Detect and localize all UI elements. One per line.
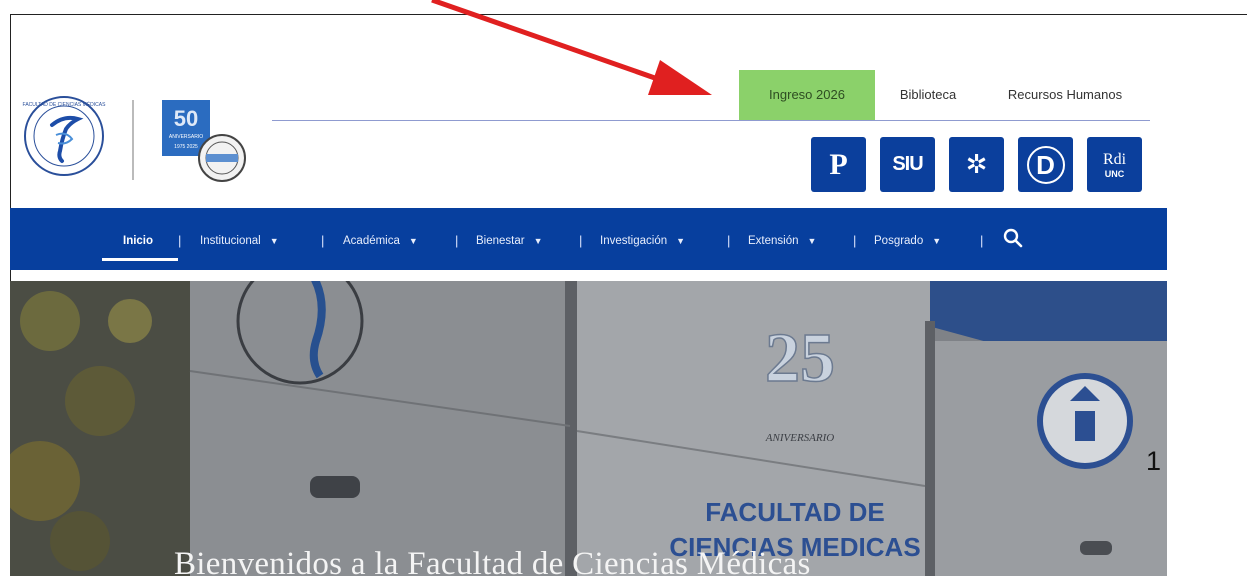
svg-text:FACULTAD DE: FACULTAD DE xyxy=(705,497,885,527)
nav-extension[interactable]: Extensión ▼ xyxy=(748,235,816,247)
nav-institucional[interactable]: Institucional ▼ xyxy=(200,235,279,247)
nav-bienestar[interactable]: Bienestar ▼ xyxy=(476,235,543,247)
svg-text:25: 25 xyxy=(765,320,835,397)
caret-down-icon: ▼ xyxy=(533,236,543,246)
nav-academica[interactable]: Académica ▼ xyxy=(343,235,418,247)
campus-virtual-icon[interactable]: P xyxy=(811,137,866,192)
nav-separator: | xyxy=(980,233,984,248)
nav-separator: | xyxy=(455,233,459,248)
nav-separator: | xyxy=(727,233,731,248)
nav-investigacion[interactable]: Investigación ▼ xyxy=(600,235,685,247)
fifty-years-logo[interactable]: 50 ANIVERSARIO 1975 2025 xyxy=(160,98,250,184)
nav-separator: | xyxy=(579,233,583,248)
caret-down-icon: ▼ xyxy=(408,236,418,246)
svg-text:50: 50 xyxy=(174,106,198,131)
caret-down-icon: ▼ xyxy=(807,236,817,246)
nav-separator: | xyxy=(178,233,182,248)
nav-posgrado[interactable]: Posgrado ▼ xyxy=(874,235,941,247)
hero-photo: 25 ANIVERSARIO FACULTAD DE CIENCIAS MEDI… xyxy=(10,281,1167,576)
biblioteca-link[interactable]: Biblioteca xyxy=(880,70,976,120)
globe-icon[interactable]: ✲ xyxy=(949,137,1004,192)
ingreso-2026-link[interactable]: Ingreso 2026 xyxy=(739,70,875,120)
svg-text:FACULTAD DE CIENCIAS MÉDICAS: FACULTAD DE CIENCIAS MÉDICAS xyxy=(23,101,106,108)
siu-icon[interactable]: SIU xyxy=(880,137,935,192)
svg-text:1975 2025: 1975 2025 xyxy=(174,144,198,150)
nav-separator: | xyxy=(321,233,325,248)
recursos-humanos-link[interactable]: Recursos Humanos xyxy=(990,70,1140,120)
logo-divider xyxy=(132,100,134,180)
nav-inicio[interactable]: Inicio xyxy=(123,235,153,247)
nav-separator: | xyxy=(853,233,857,248)
hero-title: Bienvenidos a la Facultad de Ciencias Mé… xyxy=(174,546,811,582)
nav-active-underline xyxy=(102,258,178,261)
page-number-annotation: 1 xyxy=(1146,446,1162,476)
digital-icon[interactable]: D xyxy=(1018,137,1073,192)
search-icon[interactable] xyxy=(1002,227,1024,249)
caret-down-icon: ▼ xyxy=(676,236,686,246)
caret-down-icon: ▼ xyxy=(932,236,942,246)
caret-down-icon: ▼ xyxy=(269,236,279,246)
svg-text:ANIVERSARIO: ANIVERSARIO xyxy=(169,134,203,140)
header-divider xyxy=(272,120,1150,121)
hero-banner: 25 ANIVERSARIO FACULTAD DE CIENCIAS MEDI… xyxy=(10,281,1167,576)
faculty-seal-logo[interactable]: FACULTAD DE CIENCIAS MÉDICAS xyxy=(22,95,106,177)
main-nav: Inicio | Institucional ▼ | Académica ▼ | B… xyxy=(10,208,1167,270)
svg-text:ANIVERSARIO: ANIVERSARIO xyxy=(765,432,834,444)
rdi-unc-icon[interactable]: Rdi UNC xyxy=(1087,137,1142,192)
